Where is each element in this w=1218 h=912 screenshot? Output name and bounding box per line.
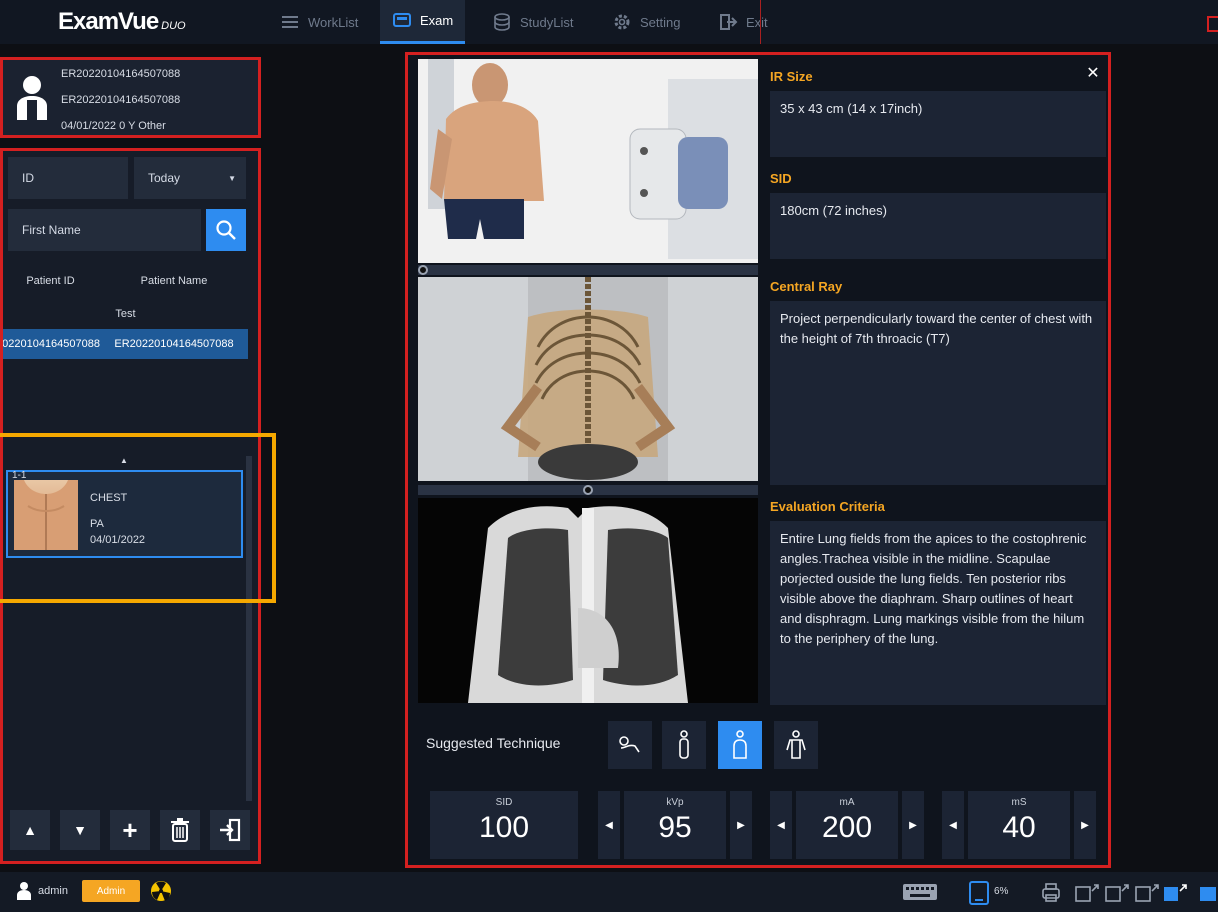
skeleton-illustration (418, 277, 758, 481)
trash-icon (171, 818, 189, 842)
detector-icon[interactable] (1104, 881, 1130, 903)
exit-icon (720, 14, 738, 30)
user-icon (17, 882, 31, 900)
position-ap-button[interactable] (774, 721, 818, 769)
sid-param-label: SID (495, 797, 513, 808)
tab-worklist[interactable]: WorkList (268, 0, 370, 44)
tab-setting-label: Setting (640, 14, 681, 30)
printer-icon[interactable] (1040, 881, 1062, 903)
positioning-image (418, 59, 758, 263)
patient-front-icon (733, 730, 747, 759)
tab-studylist-label: StudyList (520, 14, 574, 30)
sid-value: 180cm (72 inches) (770, 193, 1106, 259)
tab-exam-label: Exam (420, 13, 454, 28)
kvp-decrease-button[interactable]: ◀ (598, 791, 620, 859)
series-toolbar: ▲ ▼ + (6, 810, 250, 852)
status-bar: admin Admin 6% (0, 872, 1218, 912)
suggested-technique-label: Suggested Technique (426, 735, 561, 751)
position-lateral-button[interactable] (662, 721, 706, 769)
position-pa-button[interactable] (718, 721, 762, 769)
keyboard-icon[interactable] (902, 881, 938, 903)
patient-id-line: ER20220104164507088 (61, 68, 181, 80)
tab-setting[interactable]: Setting (600, 0, 692, 44)
chest-xray-illustration (418, 498, 758, 703)
ma-increase-button[interactable]: ▶ (902, 791, 924, 859)
ir-size-label: IR Size (770, 69, 813, 84)
exam-guide-panel: ✕ IR Size 35 x 43 cm (14 x 17inch) SID 1… (405, 52, 1111, 868)
central-ray-label: Central Ray (770, 279, 843, 294)
evaluation-criteria-label: Evaluation Criteria (770, 499, 885, 514)
ms-param-value: 40 (1002, 811, 1036, 844)
tab-studylist[interactable]: StudyList (480, 0, 585, 44)
detector-active-icon[interactable] (1162, 881, 1188, 903)
ms-param-label: mS (1011, 797, 1027, 808)
tab-exit[interactable]: Exit (706, 0, 780, 44)
patient-positioning-illustration (418, 59, 758, 263)
patient-lying-icon (619, 736, 640, 753)
ma-param-label: mA (839, 797, 855, 808)
plus-icon: + (122, 814, 138, 845)
xray-image (418, 498, 758, 703)
arrow-down-icon: ▼ (73, 822, 87, 838)
kvp-parameter[interactable]: kVp 95 (624, 791, 726, 859)
kvp-param-label: kVp (666, 797, 684, 808)
patient-full-icon (786, 730, 806, 759)
ma-parameter[interactable]: mA 200 (796, 791, 898, 859)
database-icon (494, 13, 510, 31)
battery-level: 6% (994, 886, 1009, 897)
tab-exam[interactable]: Exam (380, 0, 466, 44)
monitor-icon (393, 12, 411, 27)
user-name: admin (38, 885, 68, 897)
detector-active-icon[interactable] (1198, 881, 1218, 903)
tab-exit-label: Exit (746, 14, 768, 30)
kvp-param-value: 95 (658, 811, 692, 844)
list-icon (282, 16, 298, 28)
logo-sub: DUO (161, 20, 186, 32)
annotation-mark (1207, 16, 1218, 32)
ma-decrease-button[interactable]: ◀ (770, 791, 792, 859)
ms-increase-button[interactable]: ▶ (1074, 791, 1096, 859)
close-button[interactable]: ✕ (1084, 65, 1102, 83)
image-splitter[interactable] (418, 265, 758, 275)
app-logo: ExamVue DUO (58, 8, 186, 36)
kvp-increase-button[interactable]: ▶ (730, 791, 752, 859)
highlight-box (0, 433, 276, 603)
sid-param-value: 100 (478, 811, 530, 844)
move-down-button[interactable]: ▼ (60, 810, 100, 850)
tablet-icon[interactable] (968, 881, 990, 905)
evaluation-criteria-value: Entire Lung fields from the apices to th… (770, 521, 1106, 705)
position-lying-button[interactable] (608, 721, 652, 769)
image-splitter[interactable] (418, 485, 758, 495)
ms-parameter[interactable]: mS 40 (968, 791, 1070, 859)
ms-decrease-button[interactable]: ◀ (942, 791, 964, 859)
detector-icon[interactable] (1074, 881, 1100, 903)
tab-worklist-label: WorkList (308, 14, 359, 30)
central-ray-value: Project perpendicularly toward the cente… (770, 301, 1106, 485)
sid-parameter[interactable]: SID 100 (430, 791, 578, 859)
add-series-button[interactable]: + (110, 810, 150, 850)
ir-size-value: 35 x 43 cm (14 x 17inch) (770, 91, 1106, 157)
radiation-icon (151, 881, 171, 901)
sid-label: SID (770, 171, 792, 186)
delete-series-button[interactable] (160, 810, 200, 850)
ma-param-value: 200 (821, 811, 873, 844)
gear-icon (614, 14, 630, 30)
patient-detail-line: 04/01/2022 0 Y Other (61, 120, 166, 132)
user-icon (17, 76, 47, 120)
annotation-line (760, 0, 761, 44)
skeleton-image (418, 277, 758, 481)
exit-icon (220, 818, 241, 842)
logo-main: ExamVue (58, 8, 159, 35)
top-bar: ExamVue DUO WorkList Exam StudyList Sett… (0, 0, 1218, 44)
role-badge: Admin (82, 880, 140, 902)
patient-side-icon (679, 730, 689, 759)
export-button[interactable] (210, 810, 250, 850)
move-up-button[interactable]: ▲ (10, 810, 50, 850)
patient-name-line: ER20220104164507088 (61, 94, 181, 106)
arrow-up-icon: ▲ (23, 822, 37, 838)
detector-icon[interactable] (1134, 881, 1160, 903)
patient-info-panel[interactable]: ER20220104164507088 ER20220104164507088 … (0, 57, 261, 138)
